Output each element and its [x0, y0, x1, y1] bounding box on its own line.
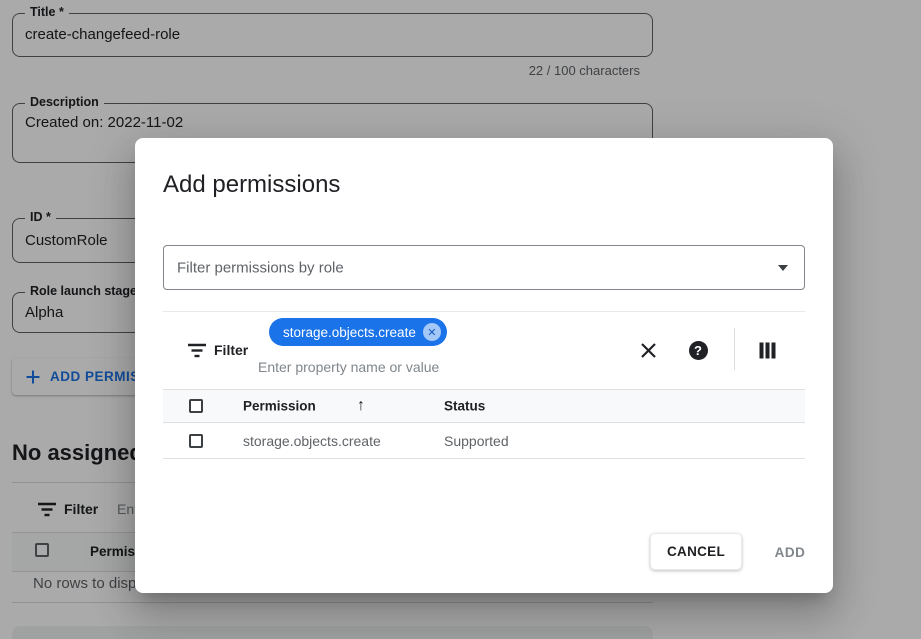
chip-remove-icon[interactable]: ✕	[423, 323, 441, 341]
screen: Title * create-changefeed-role 22 / 100 …	[0, 0, 921, 639]
sort-ascending-icon[interactable]: ↑	[357, 397, 365, 415]
add-permissions-dialog: Add permissions Filter permissions by ro…	[135, 138, 833, 593]
filter-input[interactable]: Enter property name or value	[258, 359, 439, 375]
filter-by-role-dropdown[interactable]: Filter permissions by role	[163, 245, 805, 290]
dialog-title: Add permissions	[163, 171, 340, 199]
table-row[interactable]: storage.objects.create Supported	[163, 423, 805, 459]
columns-icon	[759, 342, 776, 359]
close-icon	[640, 342, 657, 359]
filter-chip[interactable]: storage.objects.create ✕	[269, 318, 447, 346]
permissions-table: Permission ↑ Status storage.objects.crea…	[163, 389, 805, 459]
clear-filters-button[interactable]	[636, 338, 660, 362]
status-column-header: Status	[444, 399, 485, 414]
filter-by-role-placeholder: Filter permissions by role	[177, 259, 344, 276]
divider	[734, 328, 735, 370]
divider	[163, 311, 805, 312]
filter-icon	[187, 343, 207, 358]
status-cell: Supported	[444, 433, 509, 449]
cancel-button[interactable]: CANCEL	[650, 533, 742, 570]
permission-cell: storage.objects.create	[243, 433, 381, 449]
chevron-down-icon	[778, 265, 788, 271]
table-header-row: Permission ↑ Status	[163, 389, 805, 423]
help-icon: ?	[689, 341, 708, 360]
select-all-checkbox[interactable]	[189, 399, 203, 413]
row-checkbox[interactable]	[189, 434, 203, 448]
help-button[interactable]: ?	[686, 338, 710, 362]
permission-column-header[interactable]: Permission	[243, 399, 316, 414]
filter-label: Filter	[214, 342, 248, 358]
add-button[interactable]: ADD	[761, 540, 819, 564]
filter-chip-label: storage.objects.create	[283, 325, 416, 340]
column-display-button[interactable]	[755, 338, 779, 362]
